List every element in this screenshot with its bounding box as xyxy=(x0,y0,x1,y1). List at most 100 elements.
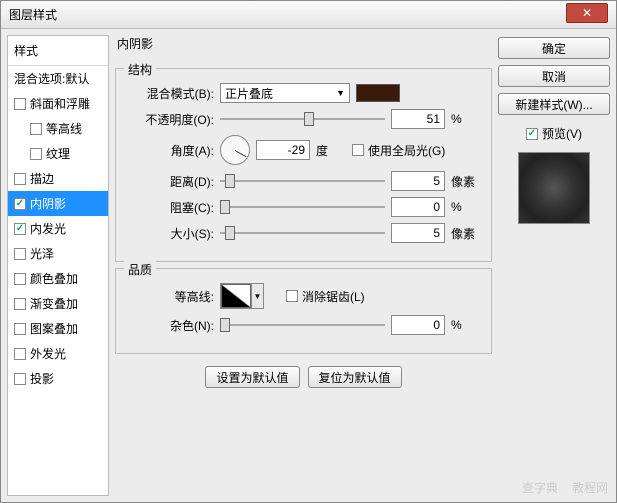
style-item[interactable]: 投影 xyxy=(8,366,108,391)
checkbox-icon xyxy=(526,128,538,140)
checkbox-icon xyxy=(352,144,364,156)
angle-input[interactable]: -29 xyxy=(256,140,310,160)
noise-label: 杂色(N): xyxy=(126,317,214,334)
style-item[interactable]: 纹理 xyxy=(8,141,108,166)
effect-settings: 内阴影 结构 混合模式(B): 正片叠底 ▼ 不透明度(O): 51 % xyxy=(115,35,492,496)
noise-slider[interactable] xyxy=(220,316,385,334)
style-item[interactable]: 颜色叠加 xyxy=(8,266,108,291)
style-item[interactable]: 图案叠加 xyxy=(8,316,108,341)
size-slider[interactable] xyxy=(220,224,385,242)
choke-unit: % xyxy=(451,200,481,214)
shadow-color-swatch[interactable] xyxy=(356,84,400,102)
contour-icon xyxy=(221,284,251,308)
blend-mode-dropdown[interactable]: 正片叠底 ▼ xyxy=(220,83,350,103)
antialias-label: 消除锯齿(L) xyxy=(302,288,365,305)
reset-default-button[interactable]: 复位为默认值 xyxy=(308,366,402,388)
size-label: 大小(S): xyxy=(126,225,214,242)
checkbox-icon xyxy=(14,223,26,235)
ok-button[interactable]: 确定 xyxy=(498,37,610,59)
new-style-button[interactable]: 新建样式(W)... xyxy=(498,93,610,115)
preview-checkbox[interactable]: 预览(V) xyxy=(498,125,610,142)
checkbox-icon xyxy=(14,98,26,110)
style-item[interactable]: 描边 xyxy=(8,166,108,191)
style-item-label: 外发光 xyxy=(30,345,66,362)
blend-mode-label: 混合模式(B): xyxy=(126,85,214,102)
checkbox-icon xyxy=(14,373,26,385)
size-input[interactable]: 5 xyxy=(391,223,445,243)
chevron-down-icon: ▼ xyxy=(251,284,263,308)
choke-label: 阻塞(C): xyxy=(126,199,214,216)
style-item[interactable]: 内发光 xyxy=(8,216,108,241)
distance-unit: 像素 xyxy=(451,173,481,190)
checkbox-icon xyxy=(14,198,26,210)
blending-options-label: 混合选项:默认 xyxy=(14,70,89,87)
antialias-checkbox[interactable]: 消除锯齿(L) xyxy=(286,288,365,305)
checkbox-icon xyxy=(286,290,298,302)
blending-options-item[interactable]: 混合选项:默认 xyxy=(8,66,108,91)
opacity-label: 不透明度(O): xyxy=(126,111,214,128)
style-item-label: 渐变叠加 xyxy=(30,295,78,312)
make-default-button[interactable]: 设置为默认值 xyxy=(205,366,299,388)
choke-input[interactable]: 0 xyxy=(391,197,445,217)
style-item[interactable]: 光泽 xyxy=(8,241,108,266)
style-item-label: 光泽 xyxy=(30,245,54,262)
checkbox-icon xyxy=(30,148,42,160)
titlebar: 图层样式 ✕ xyxy=(1,1,616,29)
style-item-label: 斜面和浮雕 xyxy=(30,95,90,112)
cancel-button[interactable]: 取消 xyxy=(498,65,610,87)
style-item-label: 纹理 xyxy=(46,145,70,162)
distance-label: 距离(D): xyxy=(126,173,214,190)
window-title: 图层样式 xyxy=(9,6,57,23)
style-item[interactable]: 渐变叠加 xyxy=(8,291,108,316)
checkbox-icon xyxy=(14,248,26,260)
blend-mode-value: 正片叠底 xyxy=(225,85,273,102)
dialog-content: 样式 混合选项:默认 斜面和浮雕等高线纹理描边内阴影内发光光泽颜色叠加渐变叠加图… xyxy=(1,29,616,502)
effect-title: 内阴影 xyxy=(115,35,492,52)
angle-label: 角度(A): xyxy=(126,142,214,159)
dialog-buttons: 确定 取消 新建样式(W)... 预览(V) xyxy=(498,35,610,496)
contour-picker[interactable]: ▼ xyxy=(220,283,264,309)
close-icon: ✕ xyxy=(582,6,592,20)
angle-unit: 度 xyxy=(316,142,346,159)
contour-label: 等高线: xyxy=(126,288,214,305)
opacity-unit: % xyxy=(451,112,481,126)
opacity-input[interactable]: 51 xyxy=(391,109,445,129)
distance-input[interactable]: 5 xyxy=(391,171,445,191)
checkbox-icon xyxy=(30,123,42,135)
styles-header: 样式 xyxy=(8,36,108,66)
choke-slider[interactable] xyxy=(220,198,385,216)
style-item-label: 内阴影 xyxy=(30,195,66,212)
structure-legend: 结构 xyxy=(124,61,156,78)
noise-unit: % xyxy=(451,318,481,332)
checkbox-icon xyxy=(14,298,26,310)
angle-dial[interactable] xyxy=(220,135,250,165)
style-item[interactable]: 等高线 xyxy=(8,116,108,141)
layer-style-dialog: 图层样式 ✕ 样式 混合选项:默认 斜面和浮雕等高线纹理描边内阴影内发光光泽颜色… xyxy=(0,0,617,503)
checkbox-icon xyxy=(14,173,26,185)
style-item[interactable]: 内阴影 xyxy=(8,191,108,216)
opacity-slider[interactable] xyxy=(220,110,385,128)
style-item[interactable]: 外发光 xyxy=(8,341,108,366)
quality-legend: 品质 xyxy=(124,261,156,278)
style-item-label: 描边 xyxy=(30,170,54,187)
noise-input[interactable]: 0 xyxy=(391,315,445,335)
quality-group: 品质 等高线: ▼ 消除锯齿(L) 杂色(N): xyxy=(115,268,492,354)
structure-group: 结构 混合模式(B): 正片叠底 ▼ 不透明度(O): 51 % 角 xyxy=(115,68,492,262)
style-item-label: 图案叠加 xyxy=(30,320,78,337)
global-light-checkbox[interactable]: 使用全局光(G) xyxy=(352,142,445,159)
preview-thumbnail xyxy=(518,152,590,224)
checkbox-icon xyxy=(14,348,26,360)
preview-label: 预览(V) xyxy=(542,125,582,142)
chevron-down-icon: ▼ xyxy=(336,88,345,98)
checkbox-icon xyxy=(14,323,26,335)
global-light-label: 使用全局光(G) xyxy=(368,142,445,159)
close-button[interactable]: ✕ xyxy=(566,3,608,23)
size-unit: 像素 xyxy=(451,225,481,242)
style-item[interactable]: 斜面和浮雕 xyxy=(8,91,108,116)
styles-list: 样式 混合选项:默认 斜面和浮雕等高线纹理描边内阴影内发光光泽颜色叠加渐变叠加图… xyxy=(7,35,109,496)
checkbox-icon xyxy=(14,273,26,285)
style-item-label: 投影 xyxy=(30,370,54,387)
distance-slider[interactable] xyxy=(220,172,385,190)
style-item-label: 等高线 xyxy=(46,120,82,137)
style-item-label: 颜色叠加 xyxy=(30,270,78,287)
